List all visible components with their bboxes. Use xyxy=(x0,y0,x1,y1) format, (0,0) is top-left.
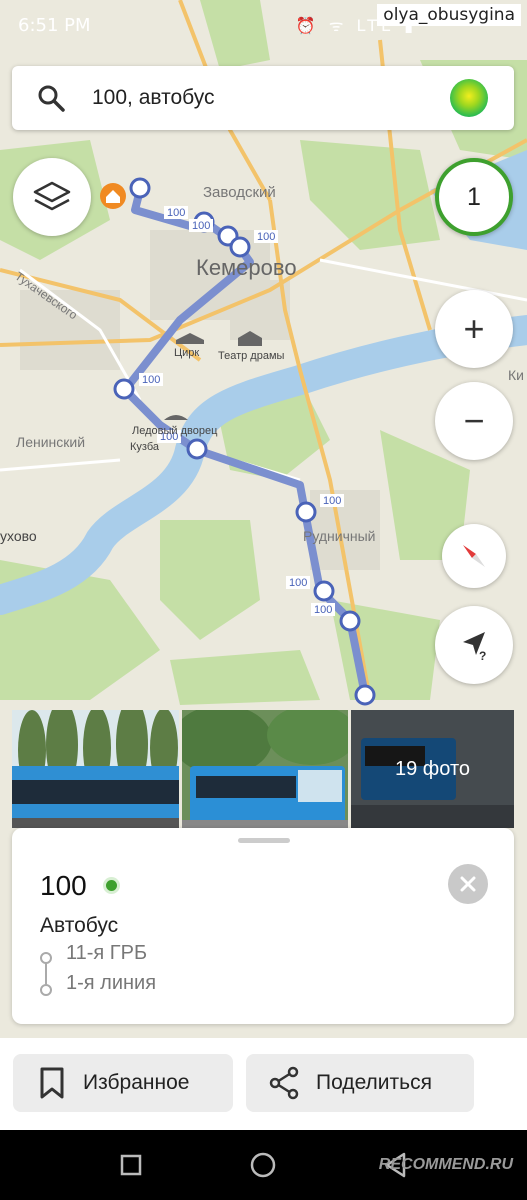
bookmark-icon xyxy=(40,1067,64,1099)
route-end-stop: 1-я линия xyxy=(66,972,157,994)
photo-strip[interactable]: 19 фото xyxy=(12,710,514,828)
locate-question-icon: ? xyxy=(463,632,486,662)
profile-avatar[interactable] xyxy=(450,79,488,117)
system-nav-bar: RECOMMEND.RU xyxy=(0,1130,527,1200)
route-info-card[interactable]: 100 Автобус 11-я ГРБ 1-я линия xyxy=(12,828,514,1024)
zoom-in-button[interactable]: + xyxy=(435,290,513,368)
label-kemerovo: Кемерово xyxy=(196,255,297,280)
action-bar: Избранное Поделиться xyxy=(0,1038,527,1130)
zoom-out-button[interactable]: − xyxy=(435,382,513,460)
search-bar[interactable]: 100, автобус xyxy=(12,66,514,130)
photo-3-more[interactable]: 19 фото xyxy=(351,710,514,828)
layers-button[interactable] xyxy=(13,158,91,236)
route-start-stop: 11-я ГРБ xyxy=(66,942,148,964)
svg-text:100: 100 xyxy=(142,374,160,386)
compass-button[interactable] xyxy=(442,524,506,588)
svg-text:100: 100 xyxy=(167,207,185,219)
recents-icon[interactable] xyxy=(120,1154,142,1176)
layers-icon xyxy=(33,181,71,211)
plus-icon: + xyxy=(463,308,485,349)
minus-icon: − xyxy=(463,400,485,441)
status-bar: 6:51 PM ⏰ ᯤ LTE ▮ olya_obusygina xyxy=(0,0,527,52)
compass-icon xyxy=(463,545,485,567)
favorite-button[interactable]: Избранное xyxy=(13,1054,233,1112)
share-button[interactable]: Поделиться xyxy=(246,1054,474,1112)
label-tsirk: Цирк xyxy=(174,347,199,359)
start-home-marker[interactable] xyxy=(100,183,126,209)
svg-text:100: 100 xyxy=(314,604,332,616)
brand-watermark: RECOMMEND.RU xyxy=(378,1156,513,1173)
svg-text:100: 100 xyxy=(192,220,210,232)
photo-2[interactable] xyxy=(182,710,348,828)
svg-text:?: ? xyxy=(479,649,486,662)
label-zavodsky: Заводский xyxy=(203,184,276,201)
route-endpoints-icon xyxy=(40,952,52,996)
route-count-button[interactable]: 1 xyxy=(435,158,513,236)
status-indicator xyxy=(106,880,117,891)
route-count: 1 xyxy=(467,182,481,211)
label-kuzbass: Кузба xyxy=(130,441,160,453)
status-time: 6:51 PM xyxy=(18,15,91,36)
svg-text:100: 100 xyxy=(257,231,275,243)
watermark-username: olya_obusygina xyxy=(377,4,521,26)
search-query[interactable]: 100, автобус xyxy=(92,86,214,110)
bus-photo-image xyxy=(182,710,348,828)
locate-button[interactable]: ? xyxy=(435,606,513,684)
bus-photo-image xyxy=(12,710,179,828)
search-icon[interactable] xyxy=(36,83,66,118)
label-leninsky: Ленинский xyxy=(16,434,85,450)
home-icon[interactable] xyxy=(250,1152,276,1178)
label-teatr: Театр драмы xyxy=(218,350,285,362)
share-icon xyxy=(269,1066,299,1100)
svg-text:100: 100 xyxy=(323,495,341,507)
route-number: 100 xyxy=(40,870,87,901)
close-icon xyxy=(460,876,476,892)
more-photos-label[interactable]: 19 фото xyxy=(351,710,514,828)
transport-type: Автобус xyxy=(40,914,119,937)
drag-handle[interactable] xyxy=(238,838,290,843)
svg-text:100: 100 xyxy=(289,577,307,589)
label-ukhovo: ухово xyxy=(0,528,37,544)
share-label: Поделиться xyxy=(316,1071,432,1094)
photo-1[interactable] xyxy=(12,710,179,828)
label-ledovy: Ледовый дворец xyxy=(132,425,218,437)
label-rudnichny: Рудничный xyxy=(303,528,376,544)
label-ki: Ки xyxy=(508,367,524,383)
close-button[interactable] xyxy=(448,864,488,904)
favorite-label: Избранное xyxy=(83,1071,190,1094)
